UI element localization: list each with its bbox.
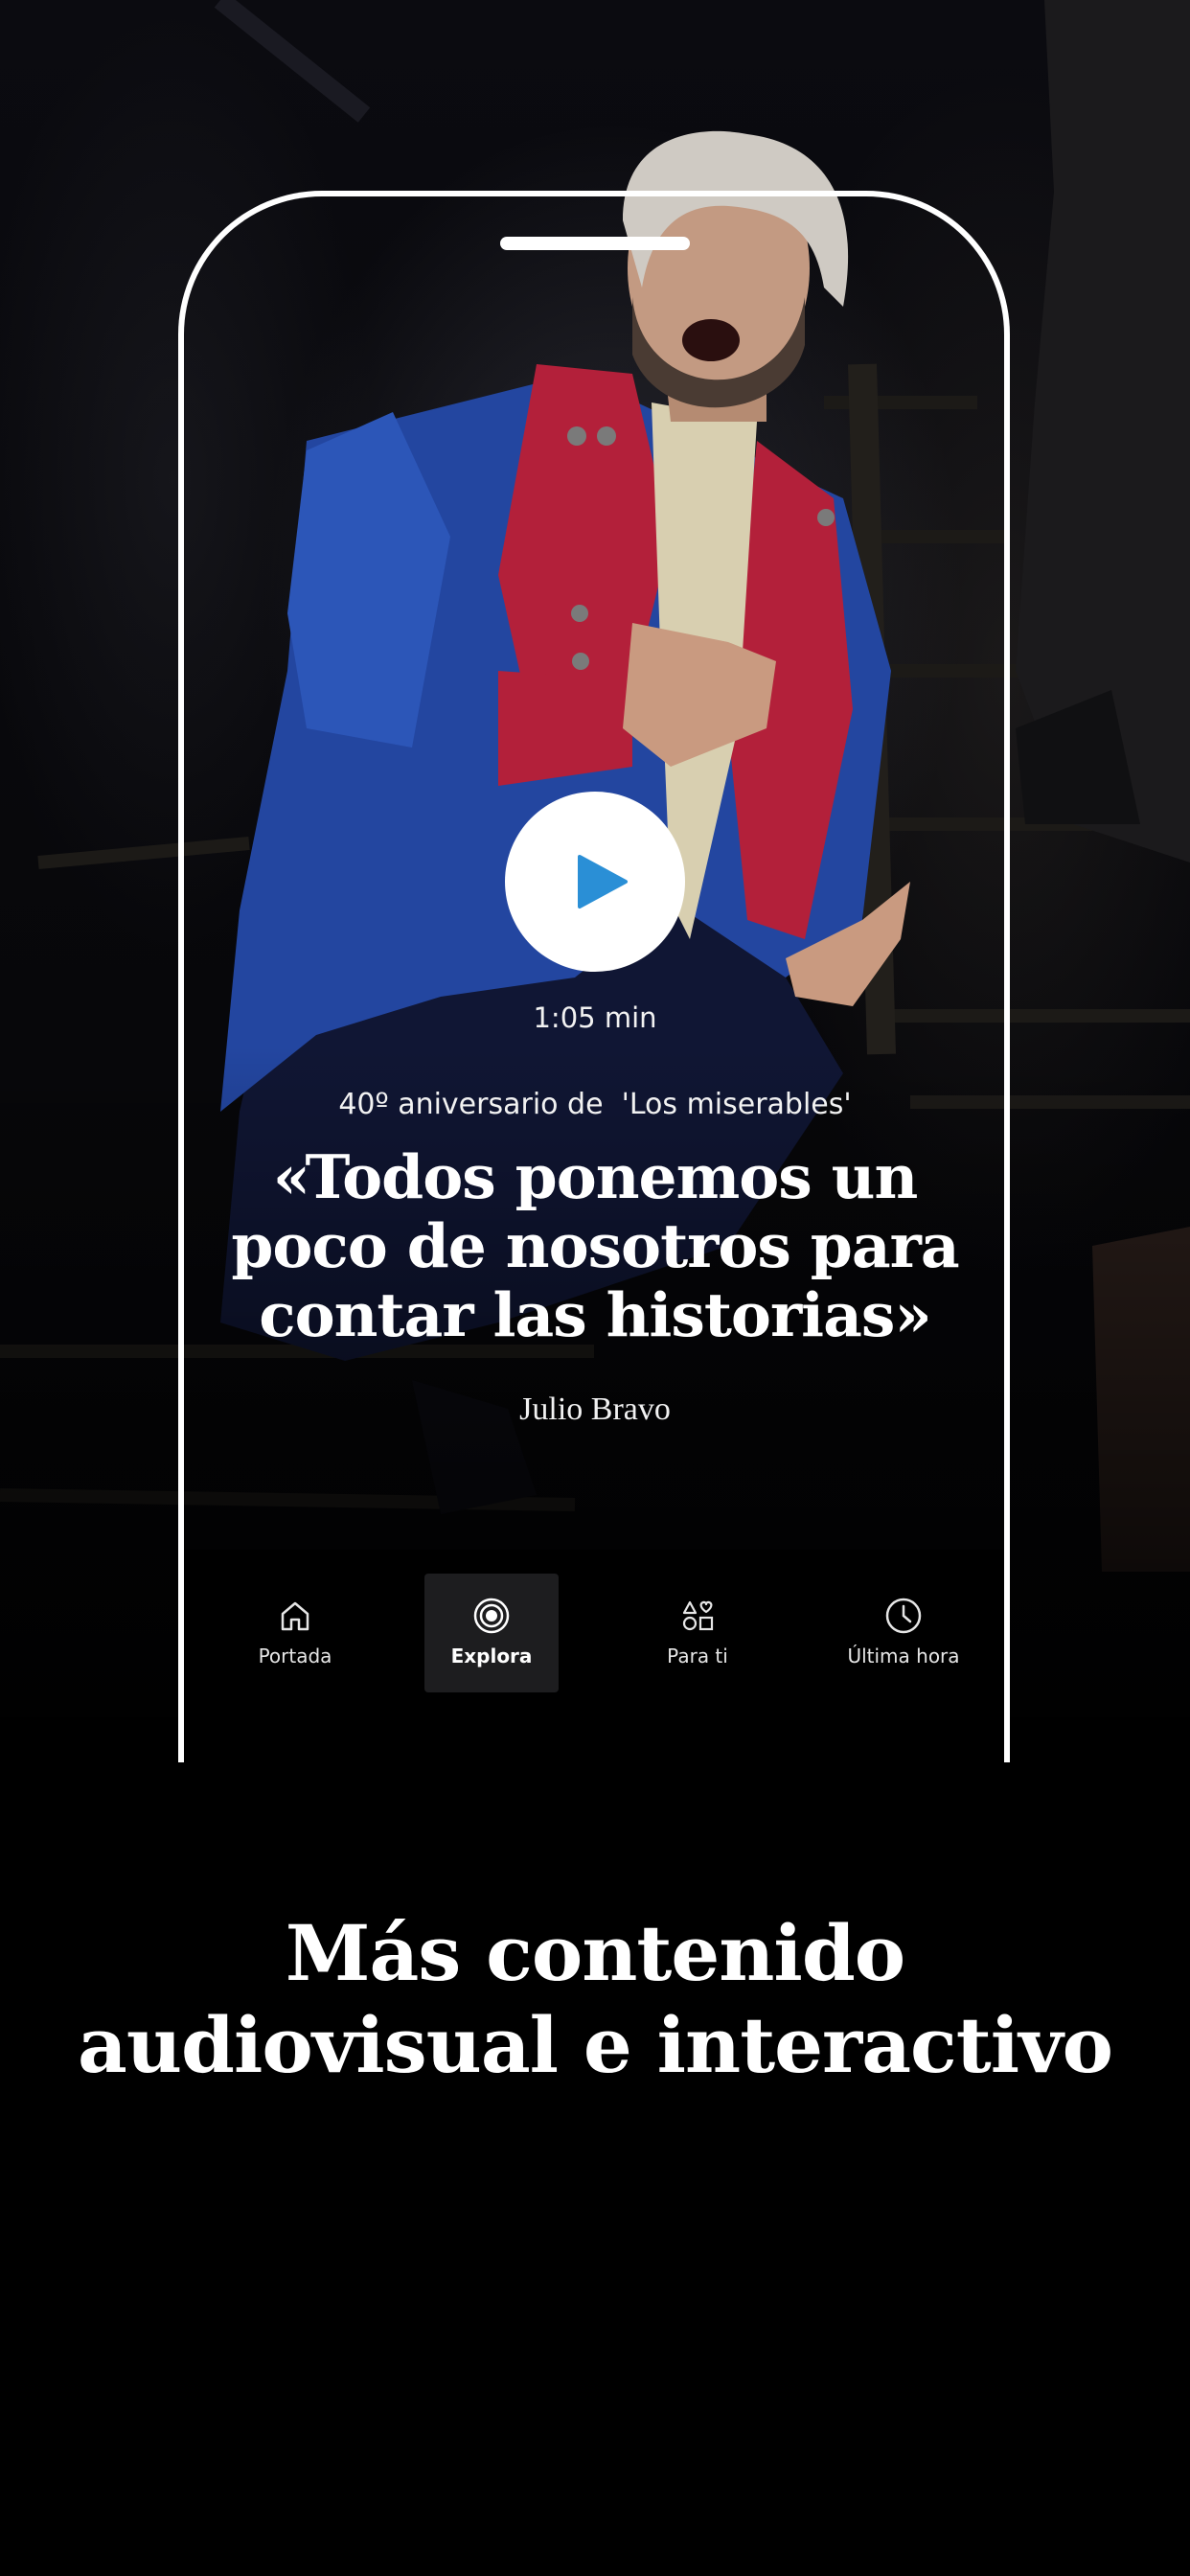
nav-label-ultima-hora: Última hora (847, 1644, 960, 1668)
nav-label-explora: Explora (450, 1644, 533, 1668)
nav-item-para-ti[interactable]: Para ti (630, 1574, 765, 1692)
article-kicker: 40º aniversario de 'Los miserables' (338, 1088, 852, 1121)
bottom-navigation-bar: Portada Explora Para ti Última hora (184, 1550, 1004, 1717)
nav-label-portada: Portada (258, 1644, 332, 1668)
nav-item-explora[interactable]: Explora (424, 1574, 559, 1692)
article-headline[interactable]: «Todos ponemos un poco de nosotros para … (192, 1142, 998, 1349)
home-icon (281, 1601, 309, 1631)
phone-speaker-notch (500, 237, 690, 250)
phone-frame-outline (178, 191, 1010, 1762)
nav-item-ultima-hora[interactable]: Última hora (836, 1574, 971, 1692)
article-author: Julio Bravo (519, 1392, 671, 1427)
play-button[interactable] (505, 792, 685, 972)
target-icon (473, 1598, 510, 1634)
clock-icon (885, 1598, 922, 1634)
video-duration: 1:05 min (533, 1001, 657, 1034)
nav-item-portada[interactable]: Portada (228, 1574, 362, 1692)
promo-title: Más contenido audiovisual e interactivo (78, 1908, 1113, 2090)
shapes-icon (682, 1600, 714, 1631)
nav-label-para-ti: Para ti (667, 1644, 728, 1668)
play-icon (578, 855, 628, 908)
